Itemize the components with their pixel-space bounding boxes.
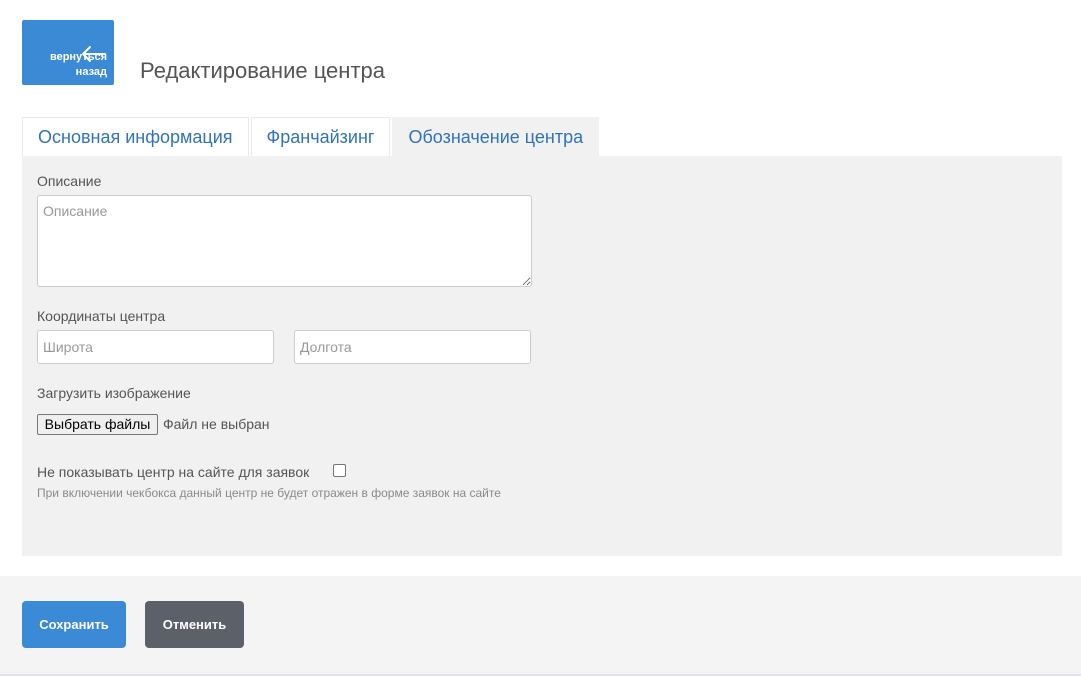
hide-center-hint: При включении чекбокса данный центр не б… [37,486,501,500]
longitude-input[interactable] [294,330,531,364]
latitude-input[interactable] [37,330,274,364]
form-footer: Сохранить Отменить [0,576,1081,676]
back-button[interactable]: вернуться назад [22,20,114,85]
description-textarea[interactable] [37,195,532,287]
file-status: Файл не выбран [163,416,270,432]
description-label: Описание [37,173,102,189]
coordinates-label: Координаты центра [37,308,166,324]
upload-image-label: Загрузить изображение [37,385,191,401]
back-button-label: вернуться назад [49,51,107,78]
choose-files-button[interactable]: Выбрать файлы [37,414,158,435]
save-button[interactable]: Сохранить [22,601,126,648]
tab-main-info[interactable]: Основная информация [22,117,249,156]
page-title: Редактирование центра [140,58,385,83]
tab-bar: Основная информация Франчайзинг Обозначе… [22,117,601,156]
cancel-button[interactable]: Отменить [145,601,244,648]
hide-center-label: Не показывать центр на сайте для заявок [37,464,310,480]
tab-franchising[interactable]: Франчайзинг [250,117,391,156]
tab-center-designation[interactable]: Обозначение центра [392,117,600,156]
tab-panel: Описание Координаты центра Загрузить изо… [22,156,1062,556]
hide-center-checkbox[interactable] [333,464,346,477]
